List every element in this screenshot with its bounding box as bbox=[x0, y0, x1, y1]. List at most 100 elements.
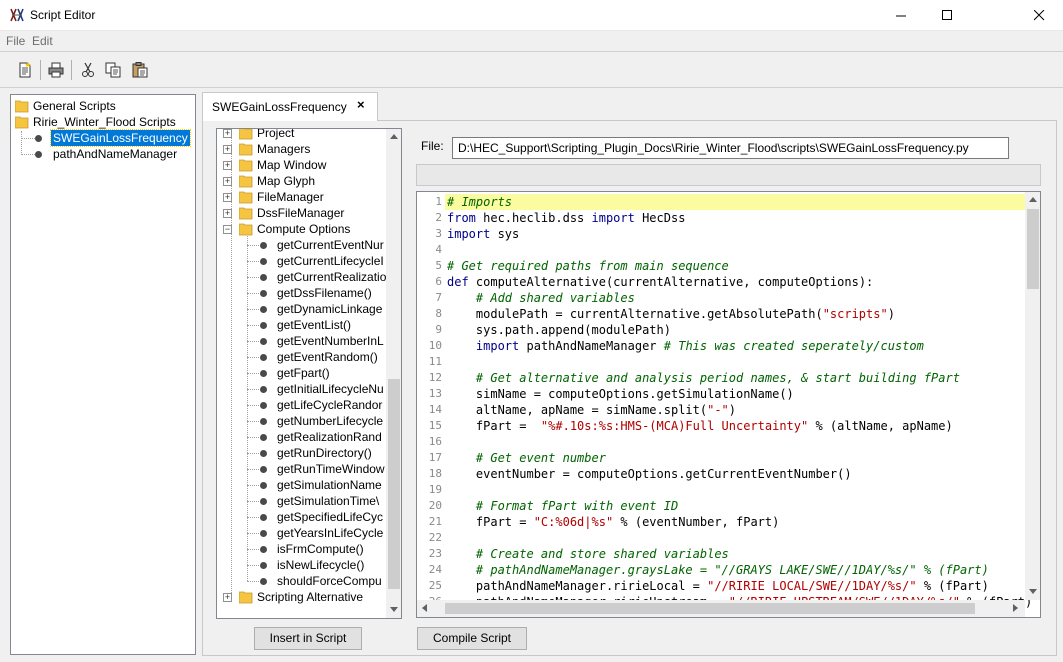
code-line[interactable]: 2 from hec.heclib.dss import HecDss bbox=[417, 210, 1025, 226]
expand-icon[interactable]: + bbox=[223, 593, 232, 602]
code-line[interactable]: 15 fPart = "%#.10s:%s:HMS-(MCA)Full Unce… bbox=[417, 418, 1025, 434]
scrollbar-thumb[interactable] bbox=[445, 603, 975, 614]
api-tree-item[interactable]: + DssFileManager bbox=[217, 205, 385, 221]
folder-icon bbox=[15, 116, 29, 129]
expand-icon[interactable]: + bbox=[223, 161, 232, 170]
tab-close-icon[interactable]: × bbox=[357, 97, 365, 112]
code-line[interactable]: 1 # Imports bbox=[435, 194, 1025, 210]
api-tree-item[interactable]: getCurrentLifecycleI bbox=[217, 253, 385, 269]
expand-icon[interactable]: + bbox=[223, 145, 232, 154]
api-tree-item[interactable]: isNewLifecycle() bbox=[217, 557, 385, 573]
expand-icon[interactable]: + bbox=[223, 193, 232, 202]
menu-edit[interactable]: Edit bbox=[32, 34, 53, 48]
code-line[interactable]: 17 # Get event number bbox=[417, 450, 1025, 466]
file-path-field[interactable]: D:\HEC_Support\Scripting_Plugin_Docs\Rir… bbox=[452, 137, 1009, 159]
minimize-button[interactable] bbox=[879, 0, 925, 31]
scroll-left-icon[interactable] bbox=[422, 604, 427, 612]
menu-file[interactable]: File bbox=[6, 34, 25, 48]
compile-script-button[interactable]: Compile Script bbox=[417, 627, 527, 650]
collapse-icon[interactable]: − bbox=[223, 225, 232, 234]
close-button[interactable] bbox=[1017, 0, 1063, 31]
expand-icon[interactable]: + bbox=[223, 129, 232, 138]
api-tree-item[interactable]: getSpecifiedLifeCyc bbox=[217, 509, 385, 525]
api-tree-item[interactable]: + Map Window bbox=[217, 157, 385, 173]
api-tree-item[interactable]: getRunDirectory() bbox=[217, 445, 385, 461]
code-line[interactable]: 10 import pathAndNameManager # This was … bbox=[417, 338, 1025, 354]
scrollbar-thumb[interactable] bbox=[388, 379, 400, 589]
api-tree-item[interactable]: isFrmCompute() bbox=[217, 541, 385, 557]
api-tree-item[interactable]: getRealizationRand bbox=[217, 429, 385, 445]
insert-in-script-button[interactable]: Insert in Script bbox=[254, 627, 362, 650]
code-line[interactable]: 22 bbox=[417, 530, 1025, 546]
api-tree-item[interactable]: getRunTimeWindow bbox=[217, 461, 385, 477]
scroll-down-icon[interactable] bbox=[1029, 589, 1037, 594]
api-tree-item[interactable]: getEventList() bbox=[217, 317, 385, 333]
tab-swegainlossfrequency[interactable]: SWEGainLossFrequency × bbox=[202, 92, 378, 121]
code-line[interactable]: 18 eventNumber = computeOptions.getCurre… bbox=[417, 466, 1025, 482]
expand-icon[interactable]: + bbox=[223, 177, 232, 186]
api-tree-item[interactable]: getNumberLifecycle bbox=[217, 413, 385, 429]
api-tree-item[interactable]: getYearsInLifeCycle bbox=[217, 525, 385, 541]
api-tree-item[interactable]: getSimulationName bbox=[217, 477, 385, 493]
code-line[interactable]: 6 def computeAlternative(currentAlternati… bbox=[417, 274, 1025, 290]
code-line[interactable]: 20 # Format fPart with event ID bbox=[417, 498, 1025, 514]
method-bullet-icon bbox=[260, 514, 267, 521]
api-tree-item[interactable]: getEventNumberInL bbox=[217, 333, 385, 349]
scroll-up-icon[interactable] bbox=[390, 134, 398, 139]
method-bullet-icon bbox=[260, 418, 267, 425]
api-tree-item[interactable]: getFpart() bbox=[217, 365, 385, 381]
code-line[interactable]: 14 altName, apName = simName.split("-") bbox=[417, 402, 1025, 418]
api-tree-item[interactable]: − Compute Options bbox=[217, 221, 385, 237]
new-script-button[interactable] bbox=[13, 58, 37, 82]
method-bullet-icon bbox=[260, 498, 267, 505]
api-tree-item[interactable]: getCurrentEventNur bbox=[217, 237, 385, 253]
code-line[interactable]: 23 # Create and store shared variables bbox=[417, 546, 1025, 562]
api-tree-item[interactable]: getSimulationTime\ bbox=[217, 493, 385, 509]
api-tree-item[interactable]: getDssFilename() bbox=[217, 285, 385, 301]
code-line[interactable]: 12 # Get alternative and analysis period… bbox=[417, 370, 1025, 386]
api-tree-item[interactable]: + FileManager bbox=[217, 189, 385, 205]
scrollbar-thumb[interactable] bbox=[1027, 209, 1039, 289]
scripts-tree[interactable]: General Scripts Ririe_Winter_Flood Scrip… bbox=[10, 94, 196, 655]
maximize-button[interactable] bbox=[925, 0, 971, 31]
code-line[interactable]: 25 pathAndNameManager.ririeLocal = "//RI… bbox=[417, 578, 1025, 594]
api-tree-item[interactable]: getInitialLifecycleNu bbox=[217, 381, 385, 397]
tree-item-swegainlossfrequency[interactable]: SWEGainLossFrequency bbox=[21, 129, 193, 147]
editor-horizontal-scrollbar[interactable] bbox=[417, 600, 1025, 617]
api-tree-item[interactable]: + Scripting Alternative bbox=[217, 589, 385, 605]
api-tree-item[interactable]: getDynamicLinkage bbox=[217, 301, 385, 317]
api-tree-item[interactable]: getEventRandom() bbox=[217, 349, 385, 365]
api-tree-item[interactable]: + Map Glyph bbox=[217, 173, 385, 189]
code-line[interactable]: 3 import sys bbox=[417, 226, 1025, 242]
scroll-down-icon[interactable] bbox=[390, 607, 398, 612]
code-line[interactable]: 9 sys.path.append(modulePath) bbox=[417, 322, 1025, 338]
copy-button[interactable] bbox=[101, 58, 125, 82]
editor-vertical-scrollbar[interactable] bbox=[1025, 192, 1040, 600]
code-line[interactable]: 13 simName = computeOptions.getSimulatio… bbox=[417, 386, 1025, 402]
api-tree-item[interactable]: + Managers bbox=[217, 141, 385, 157]
code-line[interactable]: 16 bbox=[417, 434, 1025, 450]
api-tree-vertical-scrollbar[interactable] bbox=[386, 129, 401, 618]
print-button[interactable] bbox=[44, 58, 68, 82]
tree-item-pathandnamemanager[interactable]: pathAndNameManager bbox=[21, 146, 193, 162]
scroll-right-icon[interactable] bbox=[1013, 604, 1018, 612]
cut-button[interactable] bbox=[76, 58, 100, 82]
api-tree[interactable]: + Project + Managers + Map Window + Map Glyph + F… bbox=[216, 128, 402, 619]
expand-icon[interactable]: + bbox=[223, 209, 232, 218]
api-tree-item[interactable]: + Project bbox=[217, 129, 385, 141]
paste-button[interactable] bbox=[128, 58, 152, 82]
api-tree-item[interactable]: getLifeCycleRandor bbox=[217, 397, 385, 413]
minimize-icon bbox=[896, 15, 906, 17]
code-line[interactable]: 4 bbox=[417, 242, 1025, 258]
code-line[interactable]: 7 # Add shared variables bbox=[417, 290, 1025, 306]
code-line[interactable]: 5 # Get required paths from main sequence bbox=[417, 258, 1025, 274]
code-line[interactable]: 24 # pathAndNameManager.graysLake = "//G… bbox=[417, 562, 1025, 578]
api-tree-item[interactable]: shouldForceCompu bbox=[217, 573, 385, 589]
api-tree-item[interactable]: getCurrentRealizatio bbox=[217, 269, 386, 285]
scroll-up-icon[interactable] bbox=[1029, 197, 1037, 202]
code-line[interactable]: 19 bbox=[417, 482, 1025, 498]
code-line[interactable]: 8 modulePath = currentAlternative.getAbs… bbox=[417, 306, 1025, 322]
code-line[interactable]: 21 fPart = "C:%06d|%s" % (eventNumber, f… bbox=[417, 514, 1025, 530]
code-line[interactable]: 11 bbox=[417, 354, 1025, 370]
code-editor[interactable]: 1 # Imports 2 from hec.heclib.dss import He… bbox=[416, 191, 1041, 618]
